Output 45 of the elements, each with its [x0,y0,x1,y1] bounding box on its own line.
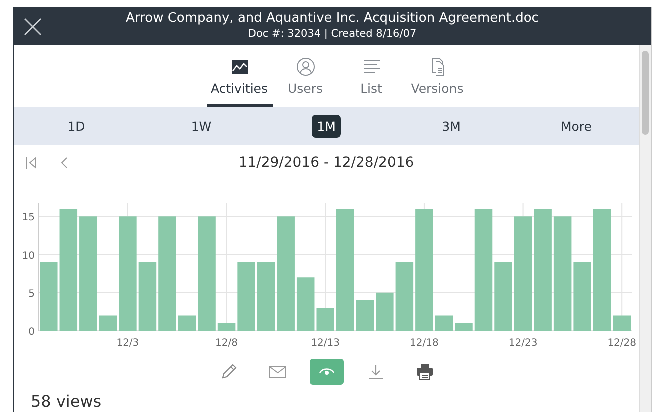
bar [455,323,473,331]
bar [356,300,374,331]
date-range: 11/29/2016 - 12/28/2016 [238,155,414,171]
printer-icon [414,362,434,382]
bar [494,262,512,331]
bar [376,292,394,331]
period-button[interactable]: 1D [62,114,90,138]
bar [613,316,631,331]
axis-label: 12/23 [508,338,538,349]
period-button[interactable]: 1M [312,114,341,138]
user-icon [296,57,316,77]
axis-label: 5 [28,288,35,300]
axis-label: 12/13 [311,338,340,349]
tab[interactable]: Versions [404,45,470,107]
axis-label: 10 [22,250,35,262]
axis-label: 15 [22,212,35,224]
bar [296,278,315,331]
scrollbar-thumb[interactable] [642,51,649,135]
view-button[interactable] [310,359,344,385]
tab[interactable]: Users [272,45,338,107]
bar [40,262,58,331]
axis-label: 12/8 [216,338,238,349]
views-count: 58 views [31,392,102,411]
close-button[interactable] [22,16,44,38]
document-info: Doc #: 32034 | Created 8/16/07 [247,27,418,42]
bar [238,262,256,331]
period-button[interactable]: More [556,114,597,138]
bar [257,262,276,331]
axis-label: 12/28 [608,338,637,349]
axis-label: 12/18 [410,338,439,349]
period-button[interactable]: 1W [186,114,217,138]
bar [138,262,157,331]
bar [435,316,454,331]
bar [396,262,414,331]
bar [178,316,196,331]
chart-icon [230,57,250,77]
axis-label: 0 [28,327,35,338]
tab[interactable]: List [338,45,404,107]
axis-label: 12/3 [116,338,140,349]
window-title: Arrow Company, and Aquantive Inc. Acquisition Agreement.doc [125,10,540,27]
bar [99,316,118,331]
bar [218,323,236,331]
bar [316,308,334,331]
bar [574,262,592,331]
period-button[interactable]: 3M [437,114,466,138]
